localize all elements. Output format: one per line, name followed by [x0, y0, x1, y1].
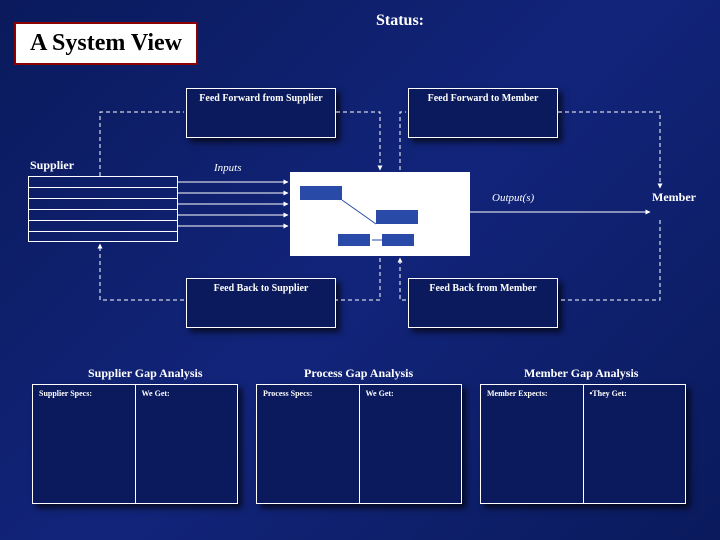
process-step: [376, 210, 418, 224]
supplier-row: [28, 209, 178, 220]
member-gap-col2: •They Get:: [584, 385, 686, 503]
supplier-row: [28, 231, 178, 242]
member-label: Member: [652, 190, 696, 205]
process-step: [338, 234, 370, 246]
supplier-row: [28, 198, 178, 209]
feed-back-member-box: Feed Back from Member: [408, 278, 558, 328]
supplier-row: [28, 176, 178, 187]
status-label: Status:: [376, 12, 424, 30]
process-box: [290, 172, 470, 256]
supplier-gap-col1: Supplier Specs:: [33, 385, 136, 503]
supplier-label: Supplier: [30, 158, 74, 173]
feed-forward-member-box: Feed Forward to Member: [408, 88, 558, 138]
inputs-label: Inputs: [214, 162, 242, 174]
page-title: A System View: [14, 22, 198, 65]
member-gap-col1: Member Expects:: [481, 385, 584, 503]
supplier-gap-title: Supplier Gap Analysis: [88, 366, 203, 381]
process-step: [382, 234, 414, 246]
process-gap-title: Process Gap Analysis: [304, 366, 413, 381]
supplier-row: [28, 220, 178, 231]
feed-forward-supplier-box: Feed Forward from Supplier: [186, 88, 336, 138]
supplier-gap-box: Supplier Specs: We Get:: [32, 384, 238, 504]
supplier-row: [28, 187, 178, 198]
supplier-gap-col2: We Get:: [136, 385, 238, 503]
outputs-label: Output(s): [492, 192, 534, 204]
process-step: [300, 186, 342, 200]
process-gap-col2: We Get:: [360, 385, 462, 503]
process-gap-col1: Process Specs:: [257, 385, 360, 503]
process-gap-box: Process Specs: We Get:: [256, 384, 462, 504]
supplier-stack: [28, 176, 178, 242]
feed-back-supplier-box: Feed Back to Supplier: [186, 278, 336, 328]
member-gap-box: Member Expects: •They Get:: [480, 384, 686, 504]
member-gap-title: Member Gap Analysis: [524, 366, 638, 381]
